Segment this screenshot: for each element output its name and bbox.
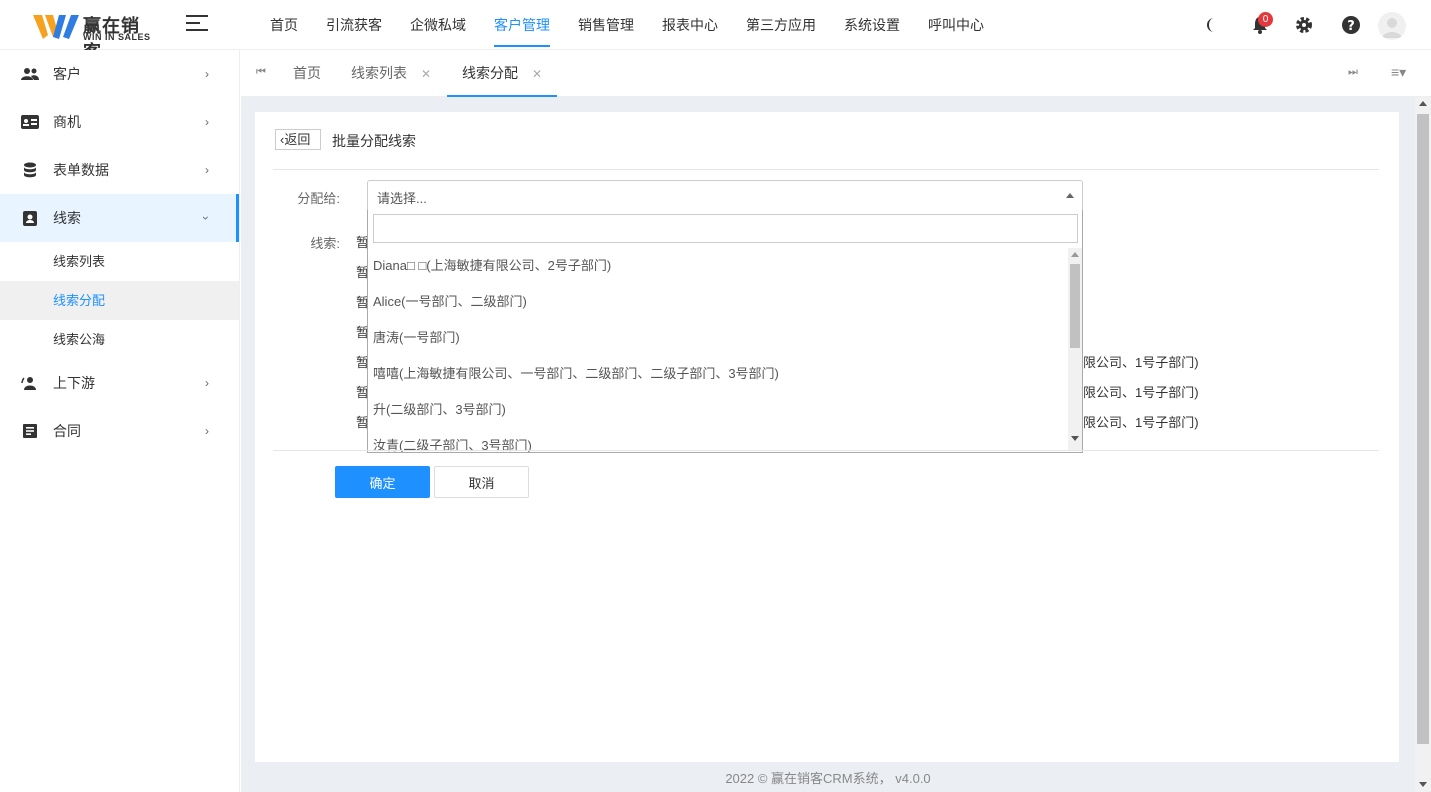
sidebar-subitem-clue-assign[interactable]: 线索分配 xyxy=(0,281,239,320)
sidebar: 客户 › 商机 › 表单数据 › 线索 › 线索列表 线索分配 线索公海 上下游… xyxy=(0,50,240,792)
assignee-select[interactable]: 请选择... xyxy=(367,180,1083,211)
close-icon[interactable]: ✕ xyxy=(532,67,542,81)
cancel-button[interactable]: 取消 xyxy=(434,466,529,498)
chevron-right-icon: › xyxy=(205,115,209,129)
dropdown-scrollbar[interactable] xyxy=(1068,248,1082,451)
gear-icon[interactable] xyxy=(1294,15,1314,35)
sidebar-item-opportunities[interactable]: 商机 › xyxy=(0,98,239,146)
tab-label: 线索分配 xyxy=(462,65,518,81)
scroll-thumb[interactable] xyxy=(1417,114,1429,744)
scroll-down-icon[interactable] xyxy=(1071,436,1079,441)
sidebar-item-label: 商机 xyxy=(53,114,81,130)
confirm-button[interactable]: 确定 xyxy=(335,466,430,498)
dropdown-option[interactable]: 汝青(二级子部门、3号部门) xyxy=(368,428,1068,452)
top-nav-item[interactable]: 系统设置 xyxy=(830,0,914,50)
svg-text:?: ? xyxy=(1347,19,1355,34)
page-title: 批量分配线索 xyxy=(332,133,416,149)
dropdown-search-input[interactable] xyxy=(373,214,1078,243)
chevron-right-icon: › xyxy=(205,163,209,177)
tab-clue-list[interactable]: 线索列表 ✕ xyxy=(351,50,431,97)
scroll-up-icon[interactable] xyxy=(1071,252,1079,257)
top-nav-item[interactable]: 引流获客 xyxy=(312,0,396,50)
top-nav-item[interactable]: 呼叫中心 xyxy=(914,0,998,50)
top-nav-item[interactable]: 销售管理 xyxy=(564,0,648,50)
dropdown-option[interactable]: 嘻嘻(上海敏捷有限公司、一号部门、二级部门、二级子部门、3号部门) xyxy=(368,356,1068,392)
sidebar-item-form-data[interactable]: 表单数据 › xyxy=(0,146,239,194)
divider xyxy=(273,450,1379,451)
chevron-right-icon: › xyxy=(205,424,209,438)
sidebar-item-label: 线索 xyxy=(53,210,81,226)
chevron-right-icon: › xyxy=(205,376,209,390)
top-nav: 首页 引流获客 企微私域 客户管理 销售管理 报表中心 第三方应用 系统设置 呼叫中心 xyxy=(256,0,998,50)
page-scrollbar[interactable] xyxy=(1415,97,1431,792)
close-icon[interactable]: ✕ xyxy=(421,67,431,81)
sidebar-item-clues[interactable]: 线索 › xyxy=(0,194,239,242)
tab-label: 线索列表 xyxy=(351,65,407,81)
dropdown-option[interactable]: Diana□ □(上海敏捷有限公司、2号子部门) xyxy=(368,248,1068,284)
clue-item-tail: 限公司、1号子部门) xyxy=(1083,415,1199,430)
chevron-down-icon: › xyxy=(199,216,213,220)
tab-scroll-last-icon[interactable]: ⏭ xyxy=(1348,66,1358,79)
top-nav-item[interactable]: 首页 xyxy=(256,0,312,50)
assignee-dropdown: Diana□ □(上海敏捷有限公司、2号子部门) Alice(一号部门、二级部门)… xyxy=(367,210,1083,453)
dark-mode-icon[interactable] xyxy=(1204,15,1224,35)
partner-icon xyxy=(21,377,36,390)
tab-home[interactable]: 首页 xyxy=(293,50,321,97)
user-avatar-icon xyxy=(1382,18,1402,38)
divider xyxy=(273,169,1379,170)
dropdown-option[interactable]: 唐涛(一号部门) xyxy=(368,320,1068,356)
dropdown-option-list: Diana□ □(上海敏捷有限公司、2号子部门) Alice(一号部门、二级部门)… xyxy=(368,248,1068,452)
brand-logo[interactable]: 赢在销客 WIN IN SALES xyxy=(33,10,158,62)
sidebar-item-partners[interactable]: 上下游 › xyxy=(0,359,239,407)
clue-item-tail: 限公司、1号子部门) xyxy=(1083,385,1199,400)
id-card-icon xyxy=(21,115,39,129)
menu-toggle-icon[interactable] xyxy=(186,15,208,35)
top-nav-item[interactable]: 企微私域 xyxy=(396,0,480,50)
tab-bar: ⏮ 首页 线索列表 ✕ 线索分配 ✕ ⏭ ≡▾ xyxy=(241,50,1431,97)
dropdown-option[interactable]: Alice(一号部门、二级部门) xyxy=(368,284,1068,320)
tab-scroll-first-icon[interactable]: ⏮ xyxy=(256,66,266,79)
contract-icon xyxy=(23,424,37,438)
tab-label: 首页 xyxy=(293,65,321,81)
sidebar-item-label: 表单数据 xyxy=(53,162,109,178)
sidebar-item-contracts[interactable]: 合同 › xyxy=(0,407,239,455)
notification-badge: 0 xyxy=(1258,12,1273,27)
top-nav-item[interactable]: 第三方应用 xyxy=(732,0,830,50)
top-nav-item[interactable]: 报表中心 xyxy=(648,0,732,50)
clue-badge-icon xyxy=(23,211,37,226)
footer: 2022 © 赢在销客CRM系统， v4.0.0 xyxy=(725,771,931,786)
sidebar-item-label: 合同 xyxy=(53,423,81,439)
clue-label: 线索: xyxy=(310,236,340,251)
help-icon[interactable]: ? xyxy=(1341,15,1361,35)
top-nav-item[interactable]: 客户管理 xyxy=(480,0,564,50)
users-icon xyxy=(21,68,39,80)
sidebar-subitem-clue-pool[interactable]: 线索公海 xyxy=(0,320,239,359)
clue-item-tail: 限公司、1号子部门) xyxy=(1083,355,1199,370)
assign-to-label: 分配给: xyxy=(297,191,340,206)
top-header: 赢在销客 WIN IN SALES 首页引流获客企微私域客户管理销售管理报表中心… xyxy=(0,0,1431,62)
tab-menu-icon[interactable]: ≡▾ xyxy=(1391,64,1406,81)
scroll-down-icon[interactable] xyxy=(1419,782,1427,787)
database-icon xyxy=(24,162,36,178)
back-button[interactable]: ‹返回 xyxy=(275,129,321,150)
select-placeholder: 请选择... xyxy=(377,191,427,206)
back-label: 返回 xyxy=(284,132,311,147)
brand-slogan: WIN IN SALES xyxy=(83,32,151,42)
logo-icon xyxy=(33,15,79,39)
scroll-up-icon[interactable] xyxy=(1419,101,1427,106)
caret-up-icon xyxy=(1066,193,1074,198)
dropdown-option[interactable]: 升(二级部门、3号部门) xyxy=(368,392,1068,428)
sidebar-item-customers[interactable]: 客户 › xyxy=(0,50,239,98)
tab-clue-assign[interactable]: 线索分配 ✕ xyxy=(447,50,558,97)
avatar[interactable] xyxy=(1378,12,1406,40)
chevron-right-icon: › xyxy=(205,67,209,81)
scroll-thumb[interactable] xyxy=(1070,264,1080,348)
sidebar-item-label: 上下游 xyxy=(53,375,95,391)
sidebar-item-label: 客户 xyxy=(53,66,81,82)
sidebar-subitem-clue-list[interactable]: 线索列表 xyxy=(0,242,239,281)
